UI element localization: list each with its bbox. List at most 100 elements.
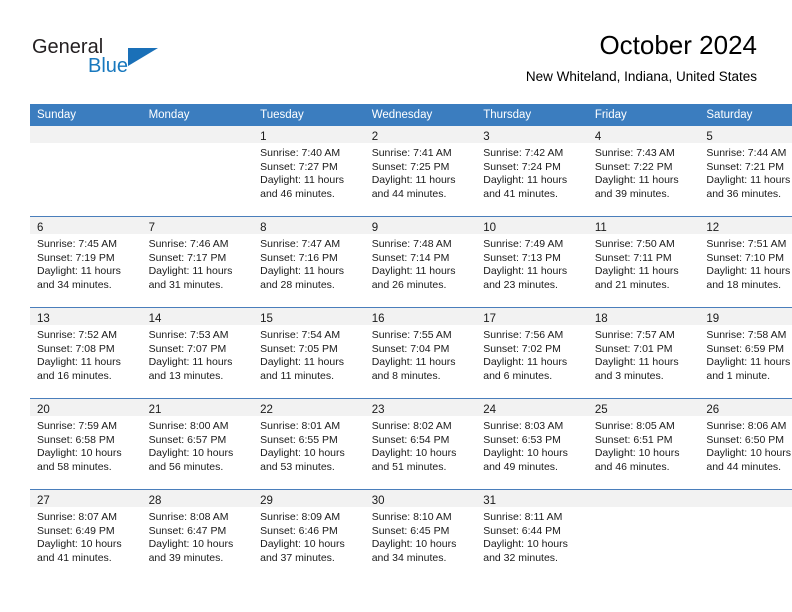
calendar-week-row: 1 Sunrise: 7:40 AM Sunset: 7:27 PM Daylight… — [30, 126, 792, 217]
day-detail-lines: Sunrise: 8:11 AM Sunset: 6:44 PM Daylight:… — [476, 507, 588, 565]
day-number: 28 — [148, 495, 162, 507]
calendar-day-cell[interactable]: 21 Sunrise: 8:00 AM Sunset: 6:57 PM Dayligh… — [141, 398, 254, 490]
daylight-line-2: and 41 minutes. — [483, 187, 558, 200]
daylight-line-2: and 18 minutes. — [706, 278, 782, 291]
day-detail-lines: Sunrise: 7:48 AM Sunset: 7:14 PM Daylight:… — [365, 234, 477, 292]
calendar-day-cell[interactable]: 13 Sunrise: 7:52 AM Sunset: 7:08 PM Dayligh… — [30, 307, 142, 399]
weekday-header-wednesday: Wednesday — [364, 104, 477, 126]
day-detail-lines: Sunrise: 8:07 AM Sunset: 6:49 PM Daylight:… — [30, 507, 142, 565]
calendar-day-cell[interactable]: 4 Sunrise: 7:43 AM Sunset: 7:22 PM Daylight… — [587, 126, 700, 217]
sunset-line: Sunset: 7:22 PM — [594, 160, 673, 173]
day-detail-lines: Sunrise: 7:43 AM Sunset: 7:22 PM Daylight:… — [588, 143, 700, 201]
day-number: 2 — [371, 131, 379, 143]
calendar-day-cell[interactable]: 3 Sunrise: 7:42 AM Sunset: 7:24 PM Daylight… — [476, 126, 588, 217]
calendar-header-row: Sunday Monday Tuesday Wednesday Thursday Frid… — [30, 104, 792, 126]
day-number-band — [699, 490, 792, 507]
day-number: 16 — [371, 313, 385, 325]
page-title: October 2024 — [599, 30, 757, 60]
calendar-day-cell[interactable]: 20 Sunrise: 7:59 AM Sunset: 6:58 PM Dayligh… — [30, 398, 142, 490]
day-detail-lines: Sunrise: 7:44 AM Sunset: 7:21 PM Daylight:… — [699, 143, 792, 201]
calendar-day-cell[interactable]: 24 Sunrise: 8:03 AM Sunset: 6:53 PM Dayligh… — [476, 398, 588, 490]
calendar-day-cell[interactable]: 11 Sunrise: 7:50 AM Sunset: 7:11 PM Dayligh… — [587, 216, 700, 308]
day-detail-lines — [142, 143, 254, 147]
sunset-line: Sunset: 7:01 PM — [594, 342, 673, 355]
day-number: 6 — [37, 222, 44, 234]
sunset-line: Sunset: 6:53 PM — [483, 433, 561, 446]
daylight-line-1: Daylight: 10 hours — [37, 538, 122, 551]
calendar-day-cell[interactable]: 17 Sunrise: 7:56 AM Sunset: 7:02 PM Dayligh… — [476, 307, 588, 399]
sunset-line: Sunset: 6:45 PM — [371, 524, 450, 537]
daylight-line-1: Daylight: 11 hours — [483, 174, 568, 187]
day-number: 31 — [483, 495, 497, 507]
daylight-line-1: Daylight: 11 hours — [706, 265, 791, 278]
day-detail-lines: Sunrise: 7:57 AM Sunset: 7:01 PM Daylight:… — [588, 325, 700, 383]
day-number-band: 19 — [699, 308, 792, 325]
calendar-day-cell[interactable]: 27 Sunrise: 8:07 AM Sunset: 6:49 PM Dayligh… — [30, 489, 142, 580]
daylight-line-2: and 58 minutes. — [37, 460, 112, 473]
daylight-line-1: Daylight: 10 hours — [148, 538, 234, 551]
day-number: 8 — [260, 222, 267, 234]
day-number: 20 — [37, 404, 50, 416]
sunrise-line: Sunrise: 8:07 AM — [37, 511, 117, 523]
calendar-day-cell[interactable]: 23 Sunrise: 8:02 AM Sunset: 6:54 PM Dayligh… — [364, 398, 477, 490]
daylight-line-2: and 51 minutes. — [371, 460, 447, 473]
calendar-day-cell[interactable]: 5 Sunrise: 7:44 AM Sunset: 7:21 PM Daylight… — [699, 126, 792, 217]
daylight-line-1: Daylight: 10 hours — [260, 447, 345, 460]
day-number: 25 — [594, 404, 608, 416]
calendar-day-cell[interactable]: 16 Sunrise: 7:55 AM Sunset: 7:04 PM Dayligh… — [364, 307, 477, 399]
day-number-band: 18 — [587, 308, 700, 325]
daylight-line-1: Daylight: 11 hours — [594, 356, 679, 369]
calendar-day-cell[interactable]: 19 Sunrise: 7:58 AM Sunset: 6:59 PM Dayligh… — [699, 307, 792, 399]
day-detail-lines: Sunrise: 7:42 AM Sunset: 7:24 PM Daylight:… — [476, 143, 588, 201]
day-detail-lines: Sunrise: 7:41 AM Sunset: 7:25 PM Daylight:… — [365, 143, 477, 201]
calendar-day-cell[interactable]: 29 Sunrise: 8:09 AM Sunset: 6:46 PM Dayligh… — [253, 489, 365, 580]
sunset-line: Sunset: 7:24 PM — [483, 160, 561, 173]
calendar-day-cell[interactable]: 9 Sunrise: 7:48 AM Sunset: 7:14 PM Daylight… — [364, 216, 477, 308]
day-number: 3 — [483, 131, 490, 143]
day-detail-lines: Sunrise: 8:03 AM Sunset: 6:53 PM Daylight:… — [476, 416, 588, 474]
daylight-line-1: Daylight: 11 hours — [260, 265, 344, 278]
sunrise-line: Sunrise: 7:50 AM — [594, 238, 675, 250]
day-detail-lines: Sunrise: 7:47 AM Sunset: 7:16 PM Daylight:… — [253, 234, 365, 292]
calendar-day-cell[interactable]: 6 Sunrise: 7:45 AM Sunset: 7:19 PM Daylight… — [30, 216, 142, 308]
calendar-day-cell[interactable]: 30 Sunrise: 8:10 AM Sunset: 6:45 PM Dayligh… — [364, 489, 477, 580]
general-blue-logo[interactable]: General Blue — [32, 36, 212, 84]
calendar-day-cell[interactable]: 31 Sunrise: 8:11 AM Sunset: 6:44 PM Dayligh… — [476, 489, 588, 580]
day-number: 11 — [594, 222, 607, 234]
day-number: 5 — [706, 131, 713, 143]
calendar-day-cell[interactable]: 2 Sunrise: 7:41 AM Sunset: 7:25 PM Daylight… — [364, 126, 477, 217]
calendar-day-cell[interactable]: 18 Sunrise: 7:57 AM Sunset: 7:01 PM Dayligh… — [587, 307, 700, 399]
day-number-band: 8 — [253, 217, 365, 234]
calendar-day-cell[interactable]: 12 Sunrise: 7:51 AM Sunset: 7:10 PM Dayligh… — [699, 216, 792, 308]
day-number: 17 — [483, 313, 497, 325]
calendar-day-cell[interactable]: 7 Sunrise: 7:46 AM Sunset: 7:17 PM Daylight… — [141, 216, 254, 308]
day-number-band — [30, 126, 142, 143]
day-number: 10 — [483, 222, 497, 234]
calendar-day-cell[interactable]: 15 Sunrise: 7:54 AM Sunset: 7:05 PM Dayligh… — [253, 307, 365, 399]
sunset-line: Sunset: 6:55 PM — [260, 433, 338, 446]
calendar-day-cell[interactable]: 25 Sunrise: 8:05 AM Sunset: 6:51 PM Dayligh… — [587, 398, 700, 490]
calendar-day-cell[interactable]: 8 Sunrise: 7:47 AM Sunset: 7:16 PM Daylight… — [253, 216, 365, 308]
daylight-line-1: Daylight: 11 hours — [371, 356, 456, 369]
day-detail-lines: Sunrise: 7:45 AM Sunset: 7:19 PM Daylight:… — [30, 234, 142, 292]
sunrise-line: Sunrise: 8:02 AM — [371, 420, 452, 432]
day-number-band: 12 — [699, 217, 792, 234]
calendar-day-cell[interactable]: 26 Sunrise: 8:06 AM Sunset: 6:50 PM Dayligh… — [699, 398, 792, 490]
calendar-page: General Blue October 2024 New Whiteland,… — [0, 0, 792, 612]
calendar-day-cell[interactable]: 1 Sunrise: 7:40 AM Sunset: 7:27 PM Daylight… — [253, 126, 365, 217]
calendar-day-cell[interactable]: 14 Sunrise: 7:53 AM Sunset: 7:07 PM Dayligh… — [141, 307, 254, 399]
calendar-day-cell[interactable]: 22 Sunrise: 8:01 AM Sunset: 6:55 PM Dayligh… — [253, 398, 365, 490]
calendar-day-cell[interactable]: 28 Sunrise: 8:08 AM Sunset: 6:47 PM Dayligh… — [141, 489, 254, 580]
sunset-line: Sunset: 7:08 PM — [37, 342, 115, 355]
day-detail-lines: Sunrise: 7:58 AM Sunset: 6:59 PM Daylight:… — [699, 325, 792, 383]
day-detail-lines: Sunrise: 7:56 AM Sunset: 7:02 PM Daylight:… — [476, 325, 588, 383]
sunrise-line: Sunrise: 8:09 AM — [260, 511, 341, 523]
daylight-line-2: and 41 minutes. — [37, 551, 112, 564]
sunrise-line: Sunrise: 8:08 AM — [148, 511, 229, 523]
daylight-line-1: Daylight: 10 hours — [483, 447, 568, 460]
sunset-line: Sunset: 6:54 PM — [371, 433, 450, 446]
daylight-line-2: and 11 minutes. — [260, 369, 335, 382]
calendar-day-cell[interactable]: 10 Sunrise: 7:49 AM Sunset: 7:13 PM Dayligh… — [476, 216, 588, 308]
sunrise-line: Sunrise: 7:54 AM — [260, 329, 341, 341]
calendar-week-row: 27 Sunrise: 8:07 AM Sunset: 6:49 PM Dayligh… — [30, 489, 792, 580]
